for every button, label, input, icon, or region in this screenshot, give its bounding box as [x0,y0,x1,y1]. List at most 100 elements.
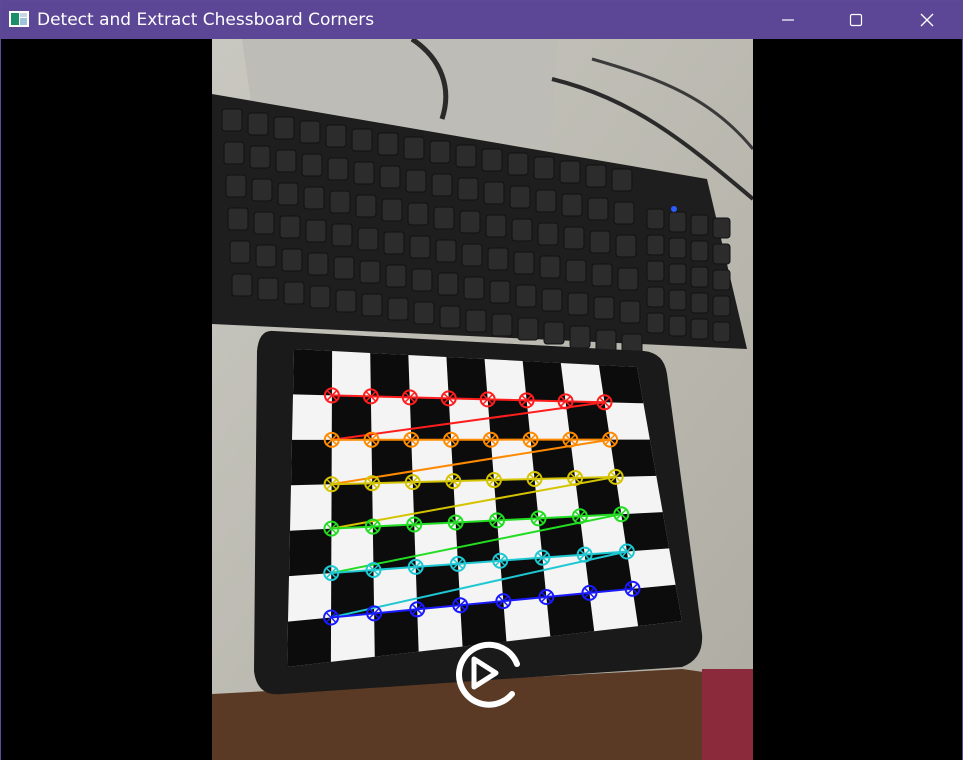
key [615,234,637,258]
key [565,259,587,283]
chessboard-scene [212,39,753,760]
key [403,136,425,160]
key [437,272,459,296]
key [712,321,731,343]
key [646,286,665,308]
key [563,226,585,250]
key [357,227,379,251]
key [331,223,353,247]
minimize-icon [782,19,794,21]
key [335,289,357,313]
key [333,256,355,280]
key [309,285,331,309]
key [225,174,247,198]
key [509,185,531,209]
key [511,218,533,242]
key [483,181,505,205]
title-bar[interactable]: Detect and Extract Chessboard Corners [1,1,962,39]
key [507,152,529,176]
key [431,173,453,197]
key [229,240,251,264]
key [461,243,483,267]
key [489,280,511,304]
key [433,206,455,230]
key [646,234,665,256]
key [359,260,381,284]
key [277,182,299,206]
key [567,292,589,316]
key [459,210,481,234]
key [589,230,611,254]
key [281,248,303,272]
key [247,112,269,136]
key [585,164,607,188]
key [690,318,709,340]
key [712,217,731,239]
corner-link [409,396,449,400]
key [379,165,401,189]
key [307,252,329,276]
key [405,169,427,193]
key [712,243,731,265]
key [611,168,633,192]
maximize-button[interactable] [833,1,879,39]
key [221,108,243,132]
key [435,239,457,263]
key [227,207,249,231]
key [619,300,641,324]
key [255,244,277,268]
key [517,317,539,341]
corner-link [370,395,410,399]
maximize-icon [849,13,863,27]
key [646,260,665,282]
key [539,255,561,279]
key [329,190,351,214]
key [690,240,709,262]
corner-link [448,397,488,401]
chess-square [293,349,333,396]
chess-square [610,439,657,477]
key [429,140,451,164]
key [275,149,297,173]
chess-square [291,439,332,486]
chess-square [522,361,566,402]
key [591,263,613,287]
key [231,273,253,297]
close-button[interactable] [904,1,950,39]
key [712,295,731,317]
key [559,160,581,184]
key [413,301,435,325]
key [355,194,377,218]
key [646,208,665,230]
key [301,153,323,177]
key [613,201,635,225]
minimize-button[interactable] [765,1,811,39]
opencv-window-icon [9,11,29,27]
key [253,211,275,235]
key [249,145,271,169]
key [561,193,583,217]
key [387,297,409,321]
chess-square [287,617,332,667]
key [668,263,687,285]
key [299,120,321,144]
key [533,156,555,180]
key [409,235,431,259]
key [668,237,687,259]
corner-link [487,398,527,402]
key [537,222,559,246]
key [361,293,383,317]
key [668,315,687,337]
key [535,189,557,213]
key [407,202,429,226]
key [690,266,709,288]
key [485,214,507,238]
key [712,269,731,291]
corner-link [331,394,371,398]
key [690,214,709,236]
key [481,148,503,172]
chess-square [598,365,644,404]
key [617,267,639,291]
close-icon [920,13,934,27]
key [491,313,513,337]
